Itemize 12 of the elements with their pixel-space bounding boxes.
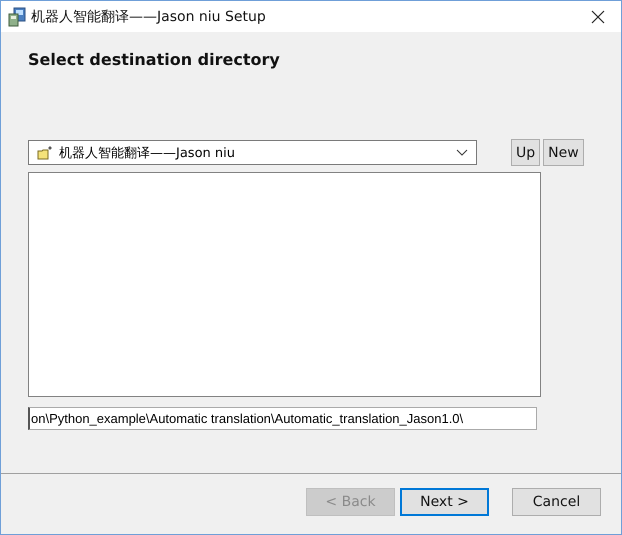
window-title: 机器人智能翻译——Jason niu Setup <box>31 8 267 26</box>
page-heading: Select destination directory <box>28 50 281 71</box>
folder-nav-button[interactable]: Up <box>511 139 540 166</box>
folder-icon <box>37 146 53 160</box>
folder-dropdown[interactable]: 机器人智能翻译——Jason niu <box>28 140 477 165</box>
folder-nav-button[interactable]: New <box>543 139 584 166</box>
close-icon[interactable] <box>591 10 605 24</box>
wizard-button[interactable]: Cancel <box>512 488 601 516</box>
path-field[interactable]: on\Python_example\Automatic translation\Automatic_translation_Jason1.0\ <box>28 407 537 430</box>
wizard-button[interactable]: Next > <box>400 488 489 516</box>
installer-icon <box>7 6 27 26</box>
chevron-down-icon <box>456 148 468 156</box>
